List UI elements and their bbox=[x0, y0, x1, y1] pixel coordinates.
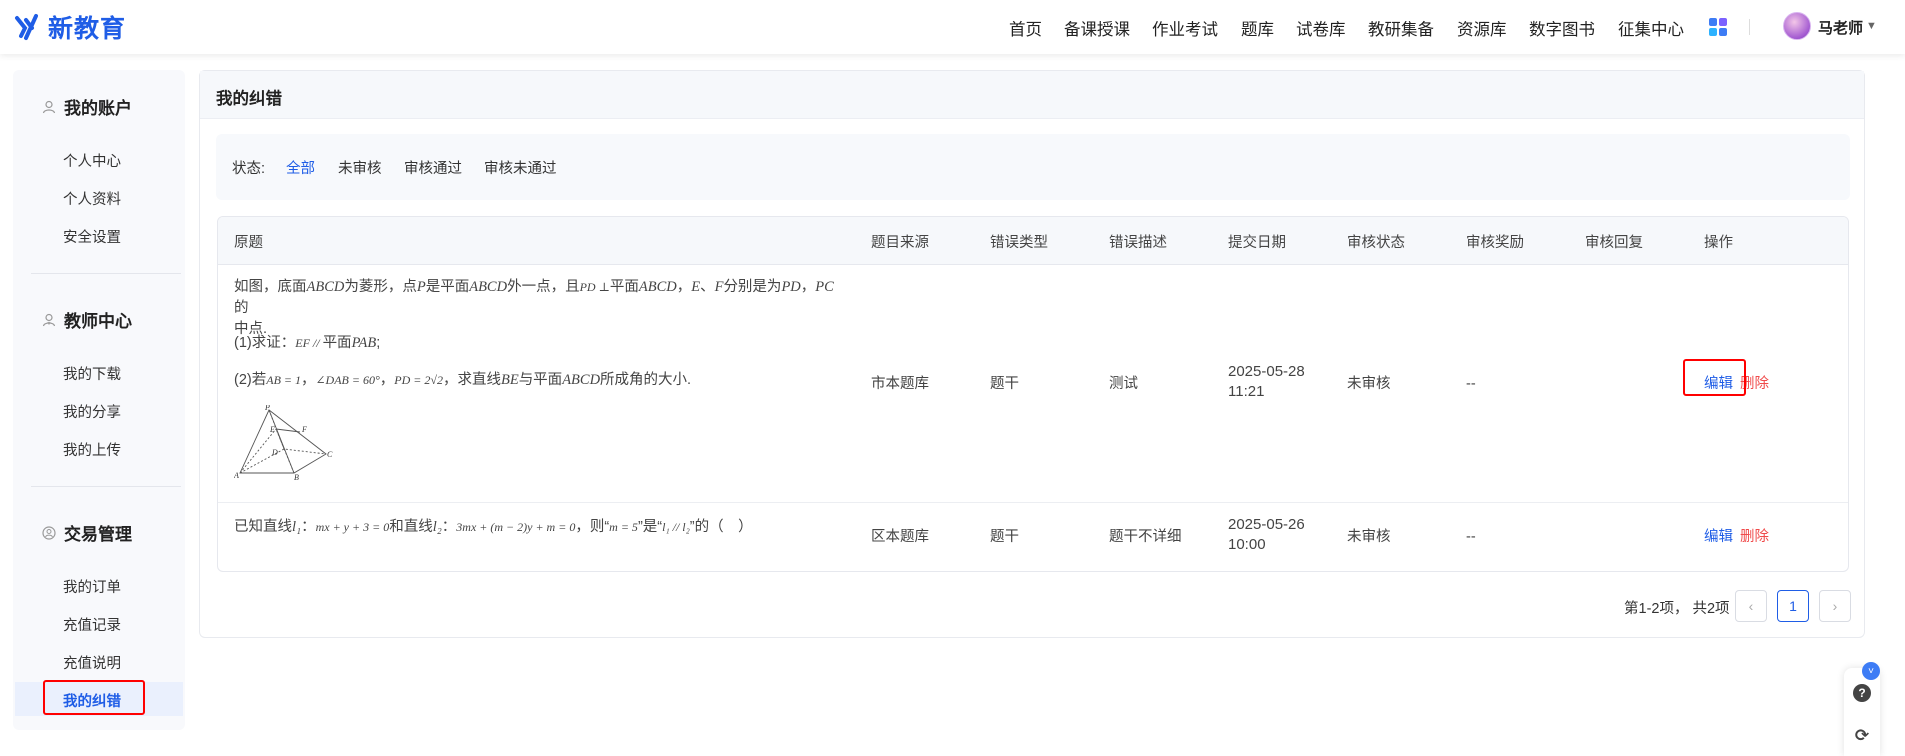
sidebar-item-recharge-info[interactable]: 充值说明 bbox=[63, 652, 121, 673]
error-type-cell: 题干 bbox=[990, 376, 1019, 392]
fig-label-a: A bbox=[234, 471, 239, 480]
sidebar-section-title: 教师中心 bbox=[64, 312, 132, 331]
fig-label-f: F bbox=[301, 425, 307, 434]
sidebar-section-title: 交易管理 bbox=[64, 525, 132, 544]
logo-text: 新教育 bbox=[48, 15, 127, 43]
column-error-type: 错误类型 bbox=[990, 235, 1048, 251]
refresh-icon[interactable]: ⟳ bbox=[1853, 726, 1871, 745]
top-navbar: 新教育 首页 备课授课 作业考试 题库 试卷库 教研集备 资源库 数字图书 征集… bbox=[0, 0, 1905, 54]
table-row: 已知直线l₁：mx + y + 3 = 0和直线l₂：3mx + (m − 2)… bbox=[218, 503, 1848, 571]
sidebar-item-my-orders[interactable]: 我的订单 bbox=[63, 576, 121, 597]
question-text: 已知直线l₁：mx + y + 3 = 0和直线l₂：3mx + (m − 2)… bbox=[234, 519, 753, 535]
collapse-badge-icon[interactable]: ˅ bbox=[1862, 662, 1880, 680]
question-text: 如图，底面ABCD为菱形，点P是平面ABCD外一点，且PD ⊥平面ABCD，E、… bbox=[234, 279, 834, 337]
nav-resource-bank[interactable]: 资源库 bbox=[1457, 16, 1507, 40]
chevron-down-icon[interactable]: ▼ bbox=[1866, 20, 1877, 32]
nav-collection-center[interactable]: 征集中心 bbox=[1618, 16, 1684, 40]
nav-home[interactable]: 首页 bbox=[1009, 16, 1042, 40]
status-cell: 未审核 bbox=[1347, 376, 1391, 392]
help-icon[interactable]: ? bbox=[1853, 684, 1871, 702]
column-source: 题目来源 bbox=[871, 235, 929, 251]
nav-digital-library[interactable]: 数字图书 bbox=[1529, 16, 1595, 40]
delete-button[interactable]: 删除 bbox=[1740, 527, 1769, 547]
logo[interactable]: 新教育 bbox=[14, 9, 126, 45]
sidebar-section-trade: 交易管理 bbox=[42, 520, 132, 545]
filter-option-unreviewed[interactable]: 未审核 bbox=[338, 157, 382, 178]
sidebar-item-recharge-records[interactable]: 充值记录 bbox=[63, 614, 121, 635]
avatar[interactable] bbox=[1783, 12, 1811, 40]
sidebar-item-my-downloads[interactable]: 我的下载 bbox=[63, 363, 121, 384]
question-part-1: (1)求证：EF // 平面PAB; bbox=[234, 335, 381, 351]
sidebar-section-account: 我的账户 bbox=[42, 94, 132, 119]
edit-button[interactable]: 编辑 bbox=[1704, 527, 1733, 547]
main-panel: 我的纠错 状态: 全部 未审核 审核通过 审核未通过 原题 题目来源 错误类型 … bbox=[199, 70, 1865, 638]
sidebar-item-my-uploads[interactable]: 我的上传 bbox=[63, 439, 121, 460]
column-description: 错误描述 bbox=[1109, 235, 1167, 251]
column-actions: 操作 bbox=[1704, 235, 1733, 251]
filter-option-rejected[interactable]: 审核未通过 bbox=[484, 157, 557, 178]
table-row: 如图，底面ABCD为菱形，点P是平面ABCD外一点，且PD ⊥平面ABCD，E、… bbox=[218, 265, 1848, 503]
header-divider bbox=[1749, 19, 1750, 35]
reward-cell: -- bbox=[1466, 529, 1476, 545]
date-cell: 2025-05-26 10:00 bbox=[1228, 516, 1305, 553]
fig-label-e: E bbox=[269, 425, 275, 434]
pagination-summary: 第1-2项， 共2项 bbox=[1624, 601, 1730, 617]
source-cell: 区本题库 bbox=[871, 529, 929, 545]
highlight-box-sidebar bbox=[43, 680, 145, 715]
nav-question-bank[interactable]: 题库 bbox=[1241, 16, 1274, 40]
description-cell: 题干不详细 bbox=[1109, 529, 1182, 545]
column-status: 审核状态 bbox=[1347, 235, 1405, 251]
column-reward: 审核奖励 bbox=[1466, 235, 1524, 251]
description-cell: 测试 bbox=[1109, 376, 1138, 392]
sidebar: 我的账户 个人中心 个人资料 安全设置 教师中心 我的下载 我的分享 我的上传 … bbox=[13, 70, 185, 730]
nav-homework-exam[interactable]: 作业考试 bbox=[1152, 16, 1218, 40]
table-header: 原题 题目来源 错误类型 错误描述 提交日期 审核状态 审核奖励 审核回复 操作 bbox=[218, 217, 1848, 265]
fig-label-b: B bbox=[294, 473, 299, 480]
source-cell: 市本题库 bbox=[871, 376, 929, 392]
logo-icon bbox=[15, 14, 38, 40]
apps-grid-icon[interactable] bbox=[1709, 18, 1727, 36]
error-type-cell: 题干 bbox=[990, 529, 1019, 545]
column-question: 原题 bbox=[234, 235, 263, 251]
status-cell: 未审核 bbox=[1347, 529, 1391, 545]
trade-user-icon bbox=[42, 525, 56, 540]
sidebar-section-teacher: 教师中心 bbox=[42, 307, 132, 332]
status-filter: 状态: 全部 未审核 审核通过 审核未通过 bbox=[216, 134, 1850, 200]
column-date: 提交日期 bbox=[1228, 235, 1286, 251]
sidebar-item-security[interactable]: 安全设置 bbox=[63, 226, 121, 247]
filter-label: 状态: bbox=[232, 161, 266, 177]
pagination-next-button[interactable]: › bbox=[1819, 590, 1851, 622]
column-reply: 审核回复 bbox=[1585, 235, 1643, 251]
page-title: 我的纠错 bbox=[216, 90, 282, 108]
highlight-box-edit bbox=[1683, 359, 1746, 396]
reward-cell: -- bbox=[1466, 376, 1476, 392]
sidebar-divider bbox=[31, 486, 181, 487]
main-header: 我的纠错 bbox=[200, 71, 1864, 119]
fig-label-c: C bbox=[327, 450, 333, 459]
user-name[interactable]: 马老师 bbox=[1818, 17, 1863, 38]
nav-paper-bank[interactable]: 试卷库 bbox=[1296, 16, 1346, 40]
filter-option-all[interactable]: 全部 bbox=[286, 157, 315, 178]
sidebar-section-title: 我的账户 bbox=[64, 99, 132, 118]
teacher-icon bbox=[42, 313, 56, 327]
pagination-page-1[interactable]: 1 bbox=[1777, 590, 1809, 622]
sidebar-item-my-shares[interactable]: 我的分享 bbox=[63, 401, 121, 422]
sidebar-item-personal-info[interactable]: 个人资料 bbox=[63, 188, 121, 209]
fig-label-p: P bbox=[264, 405, 270, 412]
filter-option-approved[interactable]: 审核通过 bbox=[404, 157, 462, 178]
sidebar-divider bbox=[31, 273, 181, 274]
nav-lesson-prep[interactable]: 备课授课 bbox=[1064, 16, 1130, 40]
corrections-table: 原题 题目来源 错误类型 错误描述 提交日期 审核状态 审核奖励 审核回复 操作… bbox=[217, 216, 1849, 572]
sidebar-item-personal-center[interactable]: 个人中心 bbox=[63, 150, 121, 171]
fig-label-d: D bbox=[271, 448, 278, 457]
pagination-prev-button[interactable]: ‹ bbox=[1735, 590, 1767, 622]
date-cell: 2025-05-28 11:21 bbox=[1228, 363, 1305, 400]
pyramid-figure: P E F D A B C bbox=[234, 405, 333, 480]
user-icon bbox=[42, 100, 56, 114]
nav-teaching-research[interactable]: 教研集备 bbox=[1368, 16, 1434, 40]
question-part-2: (2)若AB = 1，∠DAB = 60°，PD = 2√2，求直线BE与平面A… bbox=[234, 372, 692, 388]
